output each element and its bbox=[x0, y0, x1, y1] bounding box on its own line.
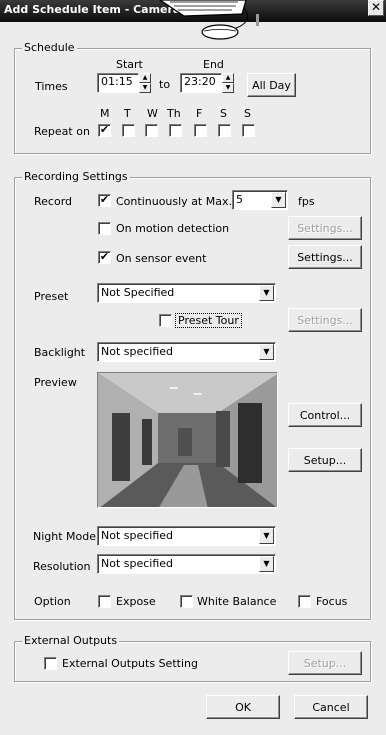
spin-down-icon[interactable]: ▼ bbox=[222, 83, 234, 93]
night-mode-label: Night Mode bbox=[33, 530, 97, 543]
repeat-on-label: Repeat on bbox=[34, 125, 90, 138]
to-label: to bbox=[159, 78, 171, 91]
motion-settings-button[interactable]: Settings... bbox=[288, 216, 362, 240]
external-setup-button[interactable]: Setup... bbox=[288, 651, 362, 675]
fps-value: 5 bbox=[236, 193, 243, 206]
spin-down-icon[interactable]: ▼ bbox=[139, 83, 151, 93]
sensor-event-label: On sensor event bbox=[116, 252, 207, 265]
continuous-label: Continuously at Max. bbox=[116, 195, 232, 208]
schedule-group bbox=[14, 48, 371, 154]
motion-detection-checkbox[interactable] bbox=[98, 222, 111, 235]
chevron-down-icon[interactable]: ▼ bbox=[259, 344, 274, 360]
hallway-image bbox=[98, 373, 277, 507]
weekday-label: W bbox=[147, 107, 158, 120]
weekday-checkbox[interactable] bbox=[194, 124, 207, 137]
preview-label: Preview bbox=[34, 376, 77, 389]
resolution-select[interactable]: Not specified ▼ bbox=[97, 554, 276, 574]
spin-up-icon[interactable]: ▲ bbox=[222, 73, 234, 83]
night-mode-value: Not specified bbox=[101, 529, 174, 542]
camera-preview[interactable] bbox=[97, 372, 278, 508]
expose-label: Expose bbox=[116, 595, 156, 608]
window-title: Add Schedule Item - CameraX bbox=[4, 3, 189, 16]
weekday-label: F bbox=[196, 107, 203, 120]
fps-label: fps bbox=[298, 195, 315, 208]
start-time-input[interactable]: 01:15 bbox=[97, 73, 139, 93]
end-time-input[interactable]: 23:20 bbox=[180, 73, 222, 93]
end-time-stepper[interactable]: ▲ ▼ bbox=[222, 73, 234, 93]
weekday-label: T bbox=[124, 107, 131, 120]
white-balance-checkbox[interactable] bbox=[180, 595, 193, 608]
external-outputs-setting-label: External Outputs Setting bbox=[62, 657, 198, 670]
record-label: Record bbox=[34, 195, 73, 208]
option-label: Option bbox=[34, 595, 71, 608]
schedule-legend: Schedule bbox=[22, 41, 77, 54]
weekday-label: M bbox=[100, 107, 110, 120]
title-bar[interactable]: Add Schedule Item - CameraX ✕ bbox=[0, 0, 386, 22]
continuous-checkbox[interactable]: ✔ bbox=[98, 194, 111, 207]
chevron-down-icon[interactable]: ▼ bbox=[259, 556, 274, 572]
weekday-checkbox[interactable] bbox=[242, 124, 255, 137]
weekday-label: Th bbox=[167, 107, 181, 120]
setup-button[interactable]: Setup... bbox=[288, 448, 362, 472]
resolution-value: Not specified bbox=[101, 557, 174, 570]
start-time-stepper[interactable]: ▲ ▼ bbox=[139, 73, 151, 93]
all-day-button[interactable]: All Day bbox=[247, 73, 296, 97]
start-label: Start bbox=[116, 58, 143, 71]
backlight-select[interactable]: Not specified ▼ bbox=[97, 342, 276, 362]
chevron-down-icon[interactable]: ▼ bbox=[271, 192, 286, 208]
end-label: End bbox=[203, 58, 224, 71]
weekday-label: S bbox=[244, 107, 251, 120]
weekday-checkbox[interactable] bbox=[218, 124, 231, 137]
ok-button[interactable]: OK bbox=[206, 695, 280, 719]
cancel-button[interactable]: Cancel bbox=[294, 695, 368, 719]
night-mode-select[interactable]: Not specified ▼ bbox=[97, 526, 276, 546]
backlight-label: Backlight bbox=[34, 346, 86, 359]
preset-label: Preset bbox=[34, 290, 69, 303]
fps-select[interactable]: 5 ▼ bbox=[232, 190, 288, 210]
chevron-down-icon[interactable]: ▼ bbox=[259, 528, 274, 544]
weekday-checkbox[interactable] bbox=[145, 124, 158, 137]
resolution-label: Resolution bbox=[33, 560, 91, 573]
expose-checkbox[interactable] bbox=[98, 595, 111, 608]
recording-settings-legend: Recording Settings bbox=[22, 170, 130, 183]
preset-tour-checkbox[interactable] bbox=[159, 314, 172, 327]
focus-label: Focus bbox=[316, 595, 348, 608]
weekday-label: S bbox=[220, 107, 227, 120]
preset-select[interactable]: Not Specified ▼ bbox=[97, 283, 276, 303]
motion-detection-label: On motion detection bbox=[116, 222, 230, 235]
weekday-checkbox[interactable]: ✔ bbox=[98, 124, 111, 137]
weekday-checkbox[interactable] bbox=[122, 124, 135, 137]
times-label: Times bbox=[35, 80, 68, 93]
focus-checkbox[interactable] bbox=[298, 595, 311, 608]
preset-value: Not Specified bbox=[101, 286, 175, 299]
external-outputs-legend: External Outputs bbox=[22, 634, 120, 647]
white-balance-label: White Balance bbox=[197, 595, 277, 608]
weekday-checkbox[interactable] bbox=[169, 124, 182, 137]
close-button[interactable]: ✕ bbox=[368, 0, 384, 16]
external-outputs-checkbox[interactable] bbox=[44, 657, 57, 670]
preset-tour-label: Preset Tour bbox=[175, 313, 242, 328]
sensor-event-checkbox[interactable]: ✔ bbox=[98, 251, 111, 264]
backlight-value: Not specified bbox=[101, 345, 174, 358]
preset-settings-button[interactable]: Settings... bbox=[288, 308, 362, 332]
control-button[interactable]: Control... bbox=[288, 403, 362, 427]
chevron-down-icon[interactable]: ▼ bbox=[259, 285, 274, 301]
sensor-settings-button[interactable]: Settings... bbox=[288, 245, 362, 269]
spin-up-icon[interactable]: ▲ bbox=[139, 73, 151, 83]
